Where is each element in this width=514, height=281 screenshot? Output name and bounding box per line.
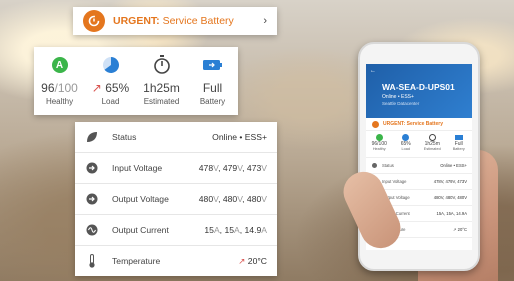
output-arrow-icon <box>85 192 99 206</box>
detail-row-output-voltage: Output Voltage 480V, 480V, 480V <box>75 184 277 215</box>
alert-icon <box>372 120 379 128</box>
stat-estimated: 1h25m Estimated <box>136 47 187 115</box>
input-arrow-icon <box>85 161 99 175</box>
thermometer-icon <box>85 254 99 268</box>
stat-battery: Full Battery <box>187 47 238 115</box>
load-pie-icon <box>102 55 120 75</box>
detail-row-output-current: Output Current 15A, 15A, 14.9A <box>75 215 277 246</box>
health-badge-icon: A <box>51 57 68 73</box>
stat-label: Battery <box>199 97 226 106</box>
phone-device-status: Online • ESS+ <box>382 94 414 100</box>
phone-stats: 96/100 Healthy 65% Load 1h25m Estimated Ful… <box>366 131 472 158</box>
detail-row-input-voltage: Input Voltage 478V, 479V, 473V <box>75 153 277 184</box>
current-wave-icon <box>85 223 99 237</box>
phone-device-location: Seattle Datacenter <box>382 101 420 106</box>
stat-label: Load <box>101 97 120 106</box>
leaf-icon <box>85 130 99 144</box>
alert-cycle-icon <box>83 10 105 32</box>
stat-load: ↗ 65% Load <box>85 47 136 115</box>
detail-row-temperature: Temperature ↗ 20°C <box>75 246 277 276</box>
stat-label: Estimated <box>143 97 180 106</box>
chevron-right-icon: › <box>263 15 267 27</box>
phone-row-status: Status Online • ESS+ <box>366 158 472 174</box>
details-table: Status Online • ESS+ Input Voltage 478V,… <box>75 122 277 276</box>
phone-urgent-bar[interactable]: URGENT: Service Battery <box>366 118 472 131</box>
stopwatch-icon <box>153 55 171 75</box>
stats-card: A 96/100 Healthy ↗ 65% Load 1h25m Estima… <box>34 47 238 115</box>
back-arrow-icon[interactable]: ← <box>370 68 376 74</box>
stat-healthy: A 96/100 Healthy <box>34 47 85 115</box>
detail-row-status: Status Online • ESS+ <box>75 122 277 153</box>
phone-device-name: WA-SEA-D-UPS01 <box>382 82 455 92</box>
stat-label: Healthy <box>45 97 74 106</box>
urgent-alert-text: URGENT: Service Battery <box>113 15 234 27</box>
battery-icon <box>202 55 223 75</box>
urgent-alert-bar[interactable]: URGENT: Service Battery › <box>73 7 277 35</box>
phone-header: ← WA-SEA-D-UPS01 Online • ESS+ Seattle D… <box>366 64 472 118</box>
